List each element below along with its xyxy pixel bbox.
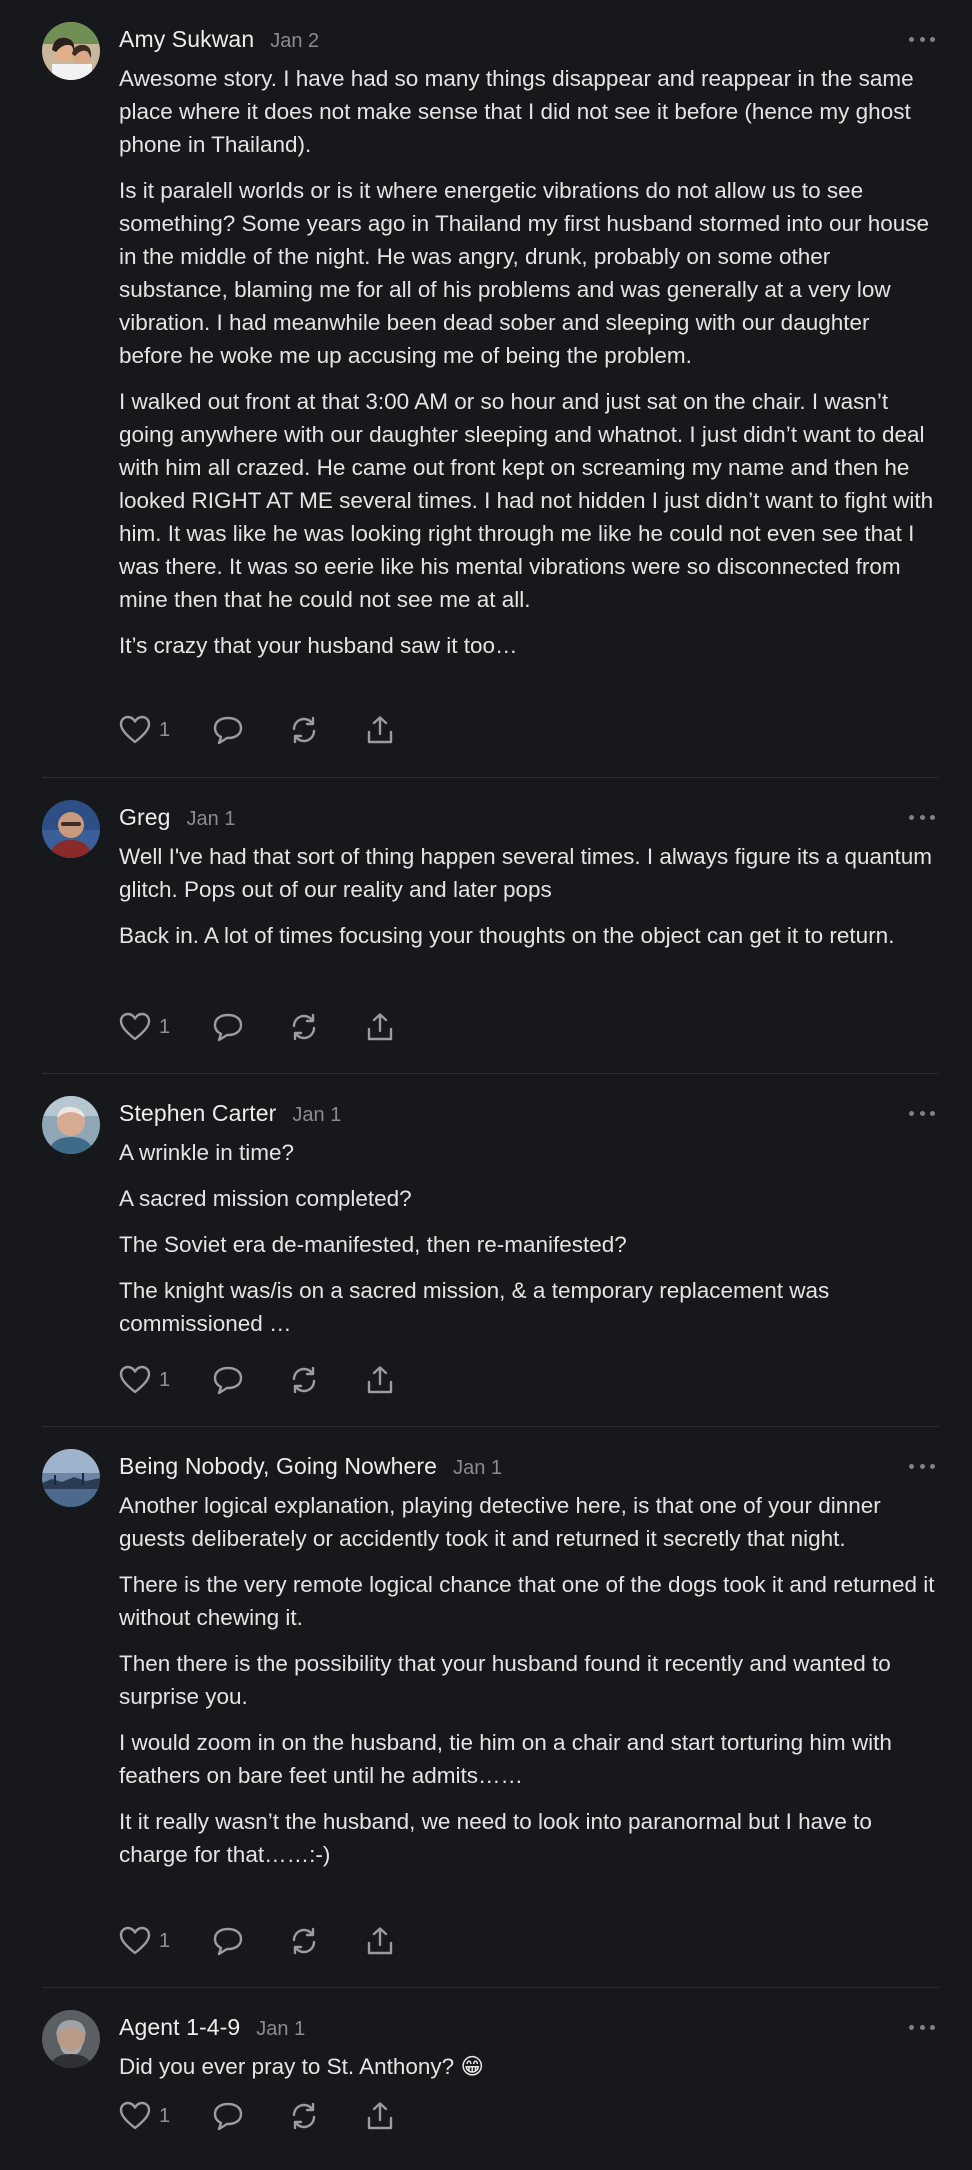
comment-paragraph: A sacred mission completed? (119, 1186, 412, 1211)
reply-button[interactable] (212, 1365, 244, 1395)
comment-body: Awesome story. I have had so many things… (119, 62, 939, 675)
comment-paragraph: There is the very remote logical chance … (119, 1572, 935, 1630)
comment-date[interactable]: Jan 1 (292, 1104, 341, 1127)
share-button[interactable] (364, 1926, 396, 1956)
restack-button[interactable] (288, 715, 320, 745)
restack-icon (292, 2102, 316, 2130)
restack-button[interactable] (288, 1012, 320, 1042)
restack-button[interactable] (288, 1365, 320, 1395)
reply-button[interactable] (212, 1012, 244, 1042)
comment-body: Another logical explanation, playing det… (119, 1489, 939, 1884)
comment-bubble-icon (213, 1013, 243, 1042)
author-name[interactable]: Amy Sukwan (119, 26, 254, 53)
author-name[interactable]: Stephen Carter (119, 1100, 276, 1127)
comment-paragraph: Another logical explanation, playing det… (119, 1493, 881, 1551)
comment-thread: Amy Sukwan Jan 2 Awesome story. I have h… (42, 0, 939, 2170)
comment-actions: 1 (119, 1924, 440, 1958)
comment: Stephen Carter Jan 1 A wrinkle in time? … (42, 1074, 939, 1427)
comment-date[interactable]: Jan 1 (187, 808, 236, 831)
heart-icon (119, 715, 151, 744)
like-button[interactable]: 1 (119, 2101, 170, 2131)
comment-paragraph: Back in. A lot of times focusing your th… (119, 923, 895, 948)
author-name[interactable]: Being Nobody, Going Nowhere (119, 1453, 437, 1480)
comment-date[interactable]: Jan 1 (256, 2018, 305, 2041)
like-count: 1 (159, 1929, 171, 1952)
comment-actions: 1 (119, 1363, 440, 1397)
comment-date[interactable]: Jan 1 (453, 1457, 502, 1480)
heart-icon (119, 1926, 151, 1955)
comment-paragraph: Awesome story. I have had so many things… (119, 66, 914, 157)
like-button[interactable]: 1 (119, 715, 170, 745)
share-button[interactable] (364, 1012, 396, 1042)
comment-bubble-icon (213, 1366, 243, 1395)
comment-paragraph: A wrinkle in time? (119, 1140, 295, 1165)
share-icon (367, 1927, 393, 1955)
comment-body: A wrinkle in time? A sacred mission comp… (119, 1136, 939, 1353)
reply-button[interactable] (212, 2101, 244, 2131)
share-icon (367, 716, 393, 744)
restack-icon (292, 1927, 316, 1955)
comment-paragraph: It’s crazy that your husband saw it too… (119, 633, 518, 658)
comment-paragraph: The knight was/is on a sacred mission, &… (119, 1278, 830, 1336)
avatar[interactable] (42, 2010, 100, 2068)
heart-icon (119, 1012, 151, 1041)
like-button[interactable]: 1 (119, 1926, 170, 1956)
comment: Agent 1-4-9 Jan 1 Did you ever pray to S… (42, 1988, 939, 2170)
comment-paragraph: Is it paralell worlds or is it where ene… (119, 178, 930, 368)
restack-button[interactable] (288, 1926, 320, 1956)
share-icon (367, 2102, 393, 2130)
comment: Being Nobody, Going Nowhere Jan 1 Anothe… (42, 1427, 939, 1988)
restack-icon (292, 1366, 316, 1394)
share-icon (367, 1013, 393, 1041)
author-name[interactable]: Agent 1-4-9 (119, 2014, 240, 2041)
comment-paragraph: Did you ever pray to St. Anthony? 😁 (119, 2054, 484, 2079)
like-button[interactable]: 1 (119, 1012, 170, 1042)
heart-icon (119, 1365, 151, 1394)
reply-button[interactable] (212, 1926, 244, 1956)
comment-bubble-icon (213, 2102, 243, 2131)
comment-paragraph: Then there is the possibility that your … (119, 1651, 891, 1709)
comment: Amy Sukwan Jan 2 Awesome story. I have h… (42, 0, 939, 778)
comment-body: Well I've had that sort of thing happen … (119, 840, 939, 965)
comment-date[interactable]: Jan 2 (270, 30, 319, 53)
like-count: 1 (159, 1368, 171, 1391)
comment-paragraph: I walked out front at that 3:00 AM or so… (119, 389, 934, 612)
reply-button[interactable] (212, 715, 244, 745)
comment-paragraph: It it really wasn’t the husband, we need… (119, 1809, 872, 1867)
share-button[interactable] (364, 2101, 396, 2131)
share-icon (367, 1366, 393, 1394)
comment-actions: 1 (119, 1010, 440, 1044)
more-options-icon[interactable] (909, 28, 935, 50)
comment-bubble-icon (213, 1927, 243, 1956)
like-button[interactable]: 1 (119, 1365, 170, 1395)
avatar[interactable] (42, 22, 100, 80)
more-options-icon[interactable] (909, 806, 935, 828)
comment-paragraph: I would zoom in on the husband, tie him … (119, 1730, 892, 1788)
restack-icon (292, 1013, 316, 1041)
avatar[interactable] (42, 1449, 100, 1507)
comment-body: Did you ever pray to St. Anthony? 😁 (119, 2050, 939, 2096)
avatar[interactable] (42, 800, 100, 858)
comment-bubble-icon (213, 716, 243, 745)
like-count: 1 (159, 2104, 171, 2127)
comment-paragraph: Well I've had that sort of thing happen … (119, 844, 933, 902)
restack-button[interactable] (288, 2101, 320, 2131)
comment: Greg Jan 1 Well I've had that sort of th… (42, 778, 939, 1074)
more-options-icon[interactable] (909, 2016, 935, 2038)
comment-actions: 1 (119, 713, 440, 747)
like-count: 1 (159, 718, 171, 741)
share-button[interactable] (364, 1365, 396, 1395)
heart-icon (119, 2101, 151, 2130)
more-options-icon[interactable] (909, 1455, 935, 1477)
comment-paragraph: The Soviet era de-manifested, then re-ma… (119, 1232, 627, 1257)
comment-actions: 1 (119, 2099, 440, 2133)
author-name[interactable]: Greg (119, 804, 171, 831)
like-count: 1 (159, 1015, 171, 1038)
more-options-icon[interactable] (909, 1102, 935, 1124)
restack-icon (292, 716, 316, 744)
avatar[interactable] (42, 1096, 100, 1154)
share-button[interactable] (364, 715, 396, 745)
